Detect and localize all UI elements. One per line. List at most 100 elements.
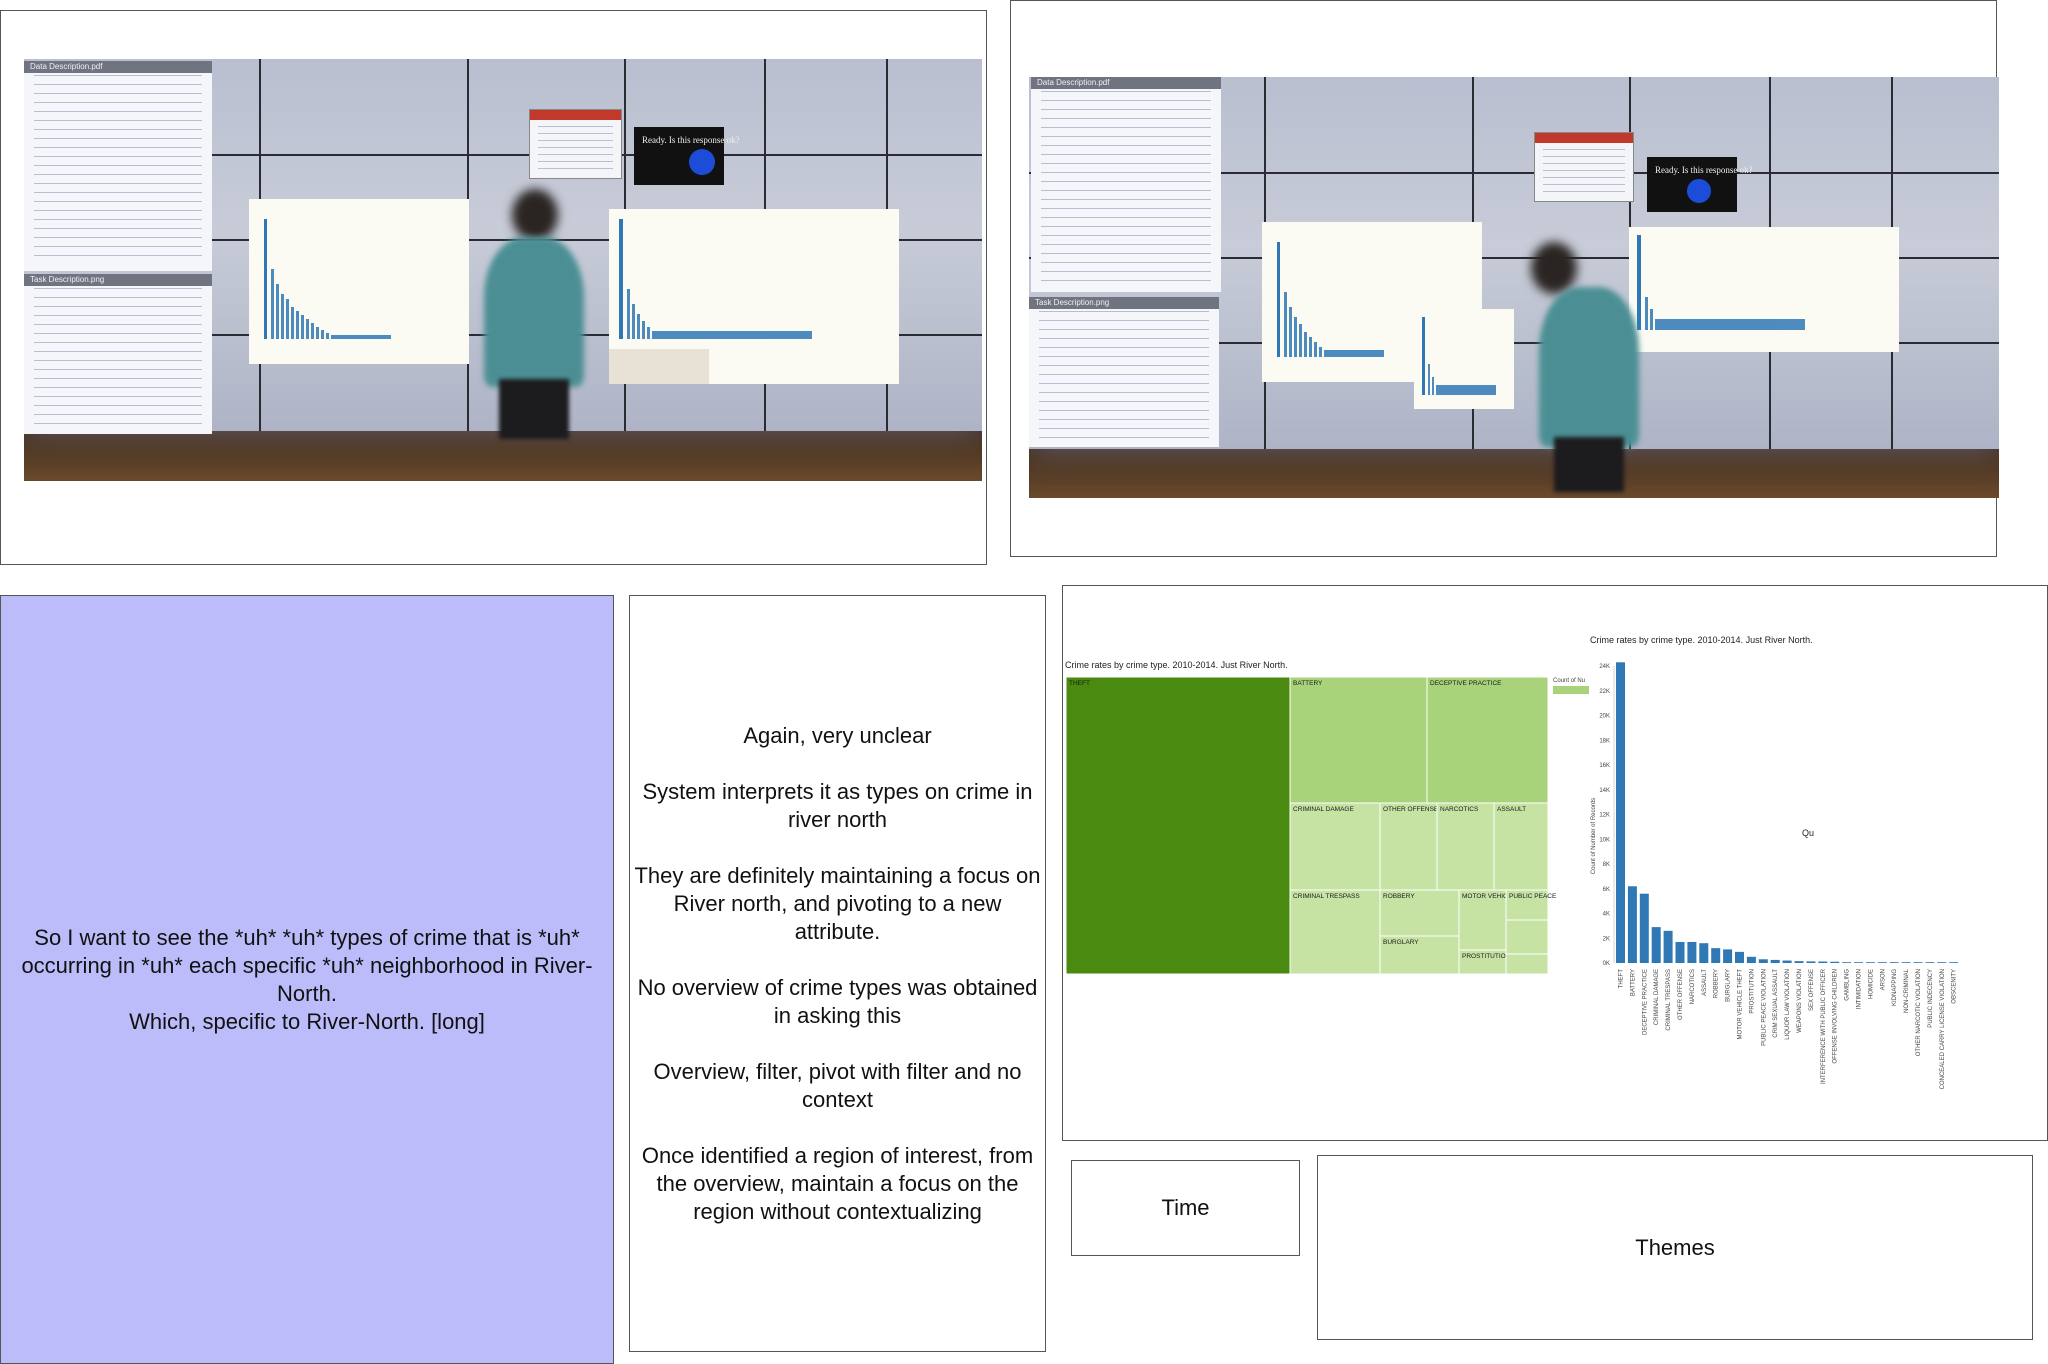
y-tick-label: 2K bbox=[1603, 936, 1610, 942]
bar bbox=[1639, 893, 1649, 963]
x-tick-label: OTHER OFFENSE bbox=[1678, 969, 1684, 1020]
charts-canvas: Crime rates by crime type. 2010-2014. Ju… bbox=[1065, 635, 1959, 1089]
window-title: Task Description.png bbox=[1029, 297, 1219, 309]
themes-box: Themes bbox=[1317, 1155, 2033, 1340]
bar bbox=[1865, 962, 1875, 963]
x-tick-label: INTERFERENCE WITH PUBLIC OFFICER bbox=[1821, 968, 1827, 1084]
bar bbox=[1699, 943, 1709, 963]
x-tick-label: CRIMINAL DAMAGE bbox=[1654, 969, 1660, 1025]
y-tick-label: 12K bbox=[1599, 813, 1610, 819]
response-card: Ready. Is this response ok? bbox=[634, 127, 740, 185]
y-tick-label: 20K bbox=[1599, 714, 1610, 720]
treemap-legend-swatch bbox=[1553, 686, 1589, 694]
x-tick-label: MOTOR VEHICLE THEFT bbox=[1738, 969, 1744, 1040]
treemap-cell-label: CRIMINAL TRESPASS bbox=[1293, 893, 1360, 900]
treemap-cell-label: BATTERY bbox=[1293, 680, 1323, 687]
bar-chart-window-3 bbox=[1629, 227, 1899, 352]
x-tick-label: PROSTITUTION bbox=[1749, 969, 1755, 1014]
window-title: Data Description.pdf bbox=[24, 61, 212, 73]
bar bbox=[1818, 961, 1828, 963]
treemap-cell-label: DECEPTIVE PRACTICE bbox=[1430, 680, 1502, 687]
card-text: Ready. Is this response ok? bbox=[642, 135, 740, 145]
x-tick-label: OFFENSE INVOLVING CHILDREN bbox=[1833, 969, 1839, 1064]
treemap-cell bbox=[1065, 676, 1291, 975]
x-tick-label: BURGLARY bbox=[1726, 969, 1732, 1002]
x-tick-label: BATTERY bbox=[1630, 969, 1636, 996]
data-description-window: Data Description.pdf bbox=[1031, 77, 1221, 292]
bar bbox=[1758, 959, 1768, 963]
treemap-title: Crime rates by crime type. 2010-2014. Ju… bbox=[1065, 660, 1288, 670]
task-description-window: Task Description.png bbox=[24, 274, 212, 434]
x-tick-label: ASSAULT bbox=[1702, 969, 1708, 996]
x-tick-label: DECEPTIVE PRACTICE bbox=[1642, 969, 1648, 1035]
x-tick-label: KIDNAPPING bbox=[1892, 969, 1898, 1006]
treemap-cell-label: PROSTITUTION bbox=[1462, 953, 1511, 960]
x-tick-label: OBSCENITY bbox=[1952, 969, 1958, 1004]
treemap-cell bbox=[1426, 676, 1549, 804]
treemap-cell bbox=[1493, 802, 1549, 891]
bar-chart-window-2 bbox=[609, 209, 899, 384]
bar-chart-window bbox=[249, 199, 469, 364]
photo-panel-right: Data Description.pdf Task Description.pn… bbox=[1010, 0, 1999, 557]
bar bbox=[1687, 941, 1697, 963]
bar-chart-title: Crime rates by crime type. 2010-2014. Ju… bbox=[1590, 635, 1813, 645]
treemap-cell bbox=[1505, 919, 1549, 955]
bar bbox=[1877, 962, 1887, 963]
time-box: Time bbox=[1071, 1160, 1300, 1256]
treemap-cell bbox=[1436, 802, 1495, 891]
note: Once identified a region of interest, fr… bbox=[641, 1142, 1034, 1224]
y-tick-label: 18K bbox=[1599, 738, 1610, 744]
bar bbox=[1746, 956, 1756, 963]
note: They are definitely maintaining a focus … bbox=[634, 862, 1041, 944]
card-text: Ready. Is this response ok? bbox=[1655, 165, 1753, 175]
display-wall-photo: Data Description.pdf Task Description.pn… bbox=[24, 59, 982, 481]
treemap-cell bbox=[1289, 676, 1428, 804]
utterance-text: So I want to see the *uh* *uh* types of … bbox=[13, 924, 601, 1036]
treemap-chart: Crime rates by crime type. 2010-2014. Ju… bbox=[1065, 660, 1589, 975]
note: Again, very unclear bbox=[743, 722, 932, 748]
x-tick-label: PUBLIC PEACE VIOLATION bbox=[1761, 969, 1767, 1046]
y-tick-label: 14K bbox=[1599, 788, 1610, 794]
dialog-window bbox=[529, 109, 622, 179]
x-tick-label: WEAPONS VIOLATION bbox=[1797, 969, 1803, 1033]
window-title: Data Description.pdf bbox=[1031, 77, 1221, 89]
treemap-cell-label: THEFT bbox=[1069, 680, 1090, 687]
response-card: Ready. Is this response ok? bbox=[1647, 157, 1753, 212]
bar bbox=[1735, 951, 1744, 963]
bar bbox=[1711, 948, 1721, 963]
x-tick-label: NARCOTICS bbox=[1690, 969, 1696, 1004]
x-tick-label: LIQUOR LAW VIOLATION bbox=[1785, 969, 1791, 1040]
bar bbox=[1675, 941, 1685, 963]
themes-label: Themes bbox=[1635, 1234, 1715, 1260]
x-tick-label: PUBLIC INDECENCY bbox=[1928, 969, 1934, 1028]
presenter-figure bbox=[454, 189, 614, 439]
bar bbox=[1889, 962, 1899, 963]
utterance-box: So I want to see the *uh* *uh* types of … bbox=[0, 595, 614, 1364]
x-tick-label: GAMBLING bbox=[1845, 969, 1851, 1001]
treemap-cell bbox=[1505, 953, 1549, 975]
y-tick-label: 16K bbox=[1599, 763, 1610, 769]
treemap-cell bbox=[1379, 802, 1438, 891]
treemap-legend-title: Count of Nu bbox=[1553, 678, 1585, 684]
y-tick-label: 8K bbox=[1603, 862, 1610, 868]
task-description-window: Task Description.png bbox=[1029, 297, 1219, 447]
bar bbox=[1651, 927, 1661, 963]
x-tick-label: OTHER NARCOTIC VIOLATION bbox=[1916, 969, 1922, 1056]
treemap-cell-label: OTHER OFFENSE bbox=[1383, 806, 1439, 813]
x-tick-label: CRIMINAL TRESPASS bbox=[1666, 969, 1672, 1031]
bar bbox=[1627, 886, 1637, 963]
treemap-cell bbox=[1289, 802, 1381, 891]
bar bbox=[1616, 662, 1625, 963]
treemap-cell bbox=[1289, 889, 1381, 975]
x-tick-label: THEFT bbox=[1619, 969, 1625, 989]
bar bbox=[1854, 962, 1863, 963]
bar-chart: Crime rates by crime type. 2010-2014. Ju… bbox=[1590, 635, 1959, 1089]
x-tick-label: CONCEALED CARRY LICENSE VIOLATION bbox=[1940, 969, 1946, 1089]
treemap-cell-label: NARCOTICS bbox=[1440, 806, 1479, 813]
treemap-cell-label: ASSAULT bbox=[1497, 806, 1526, 813]
bar bbox=[1925, 962, 1935, 963]
treemap-cell-label: BURGLARY bbox=[1383, 939, 1419, 946]
bar bbox=[1794, 961, 1804, 963]
treemap-cell-label: CRIMINAL DAMAGE bbox=[1293, 806, 1354, 813]
bar bbox=[1770, 959, 1780, 963]
